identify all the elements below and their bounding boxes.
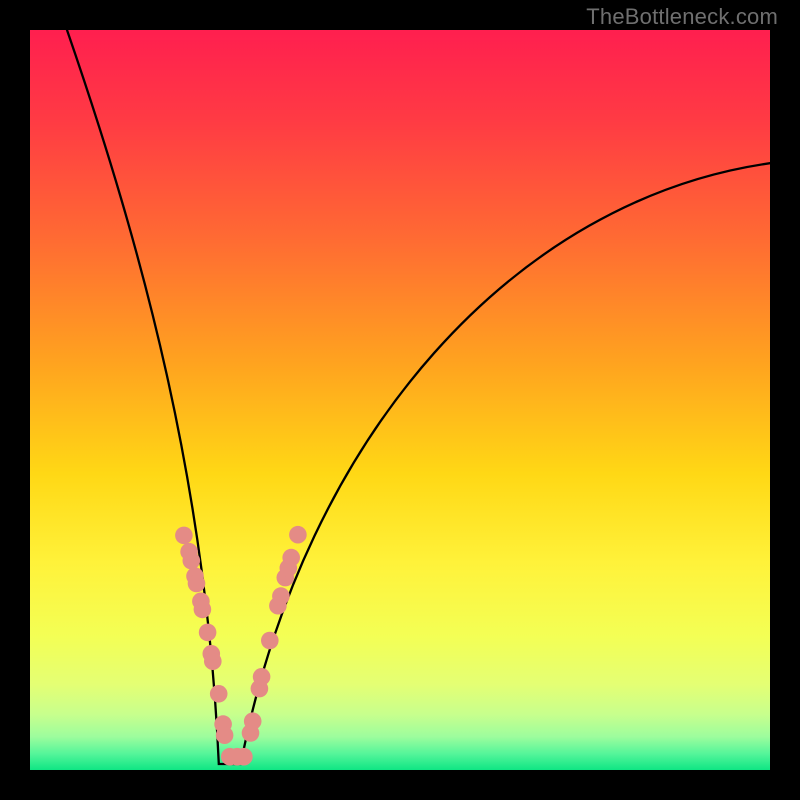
chart-svg [30,30,770,770]
data-point [282,549,300,567]
plot-area [30,30,770,770]
data-point [272,587,290,605]
data-point [261,632,279,650]
data-point [194,601,212,619]
chart-frame: TheBottleneck.com [0,0,800,800]
gradient-background [30,30,770,770]
data-point [175,527,193,545]
data-point [235,748,253,766]
data-point [204,652,222,670]
data-point [183,552,201,570]
data-point [210,685,228,703]
data-point [188,575,206,593]
data-point [216,726,234,744]
data-point [253,668,271,686]
data-point [199,624,217,642]
data-point [289,526,307,544]
watermark-text: TheBottleneck.com [586,4,778,30]
data-point [244,712,262,730]
